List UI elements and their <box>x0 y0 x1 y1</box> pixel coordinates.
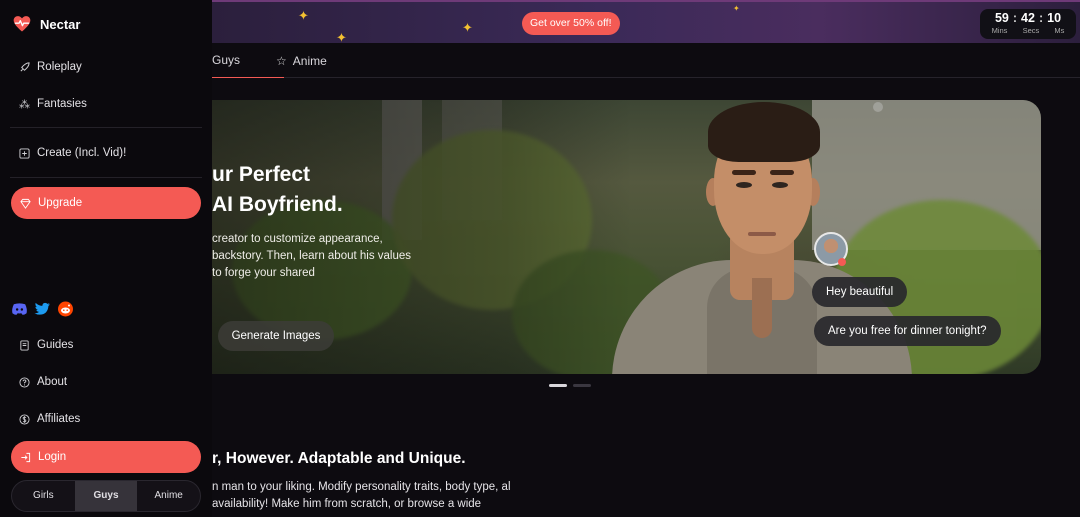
timer-minutes: 59 <box>994 11 1009 25</box>
toggle-guys[interactable]: Guys <box>74 481 138 511</box>
category-tabs: Guys ☆ Anime <box>212 43 1080 78</box>
social-links <box>11 301 74 317</box>
reddit-icon[interactable] <box>57 301 74 317</box>
hero-carousel-slide[interactable]: ur Perfect AI Boyfriend. creator to cust… <box>212 100 1041 374</box>
carousel-indicator[interactable] <box>573 384 591 387</box>
mouth <box>748 232 776 236</box>
login-label: Login <box>38 451 67 463</box>
hero-description: creator to customize appearance, backsto… <box>212 233 412 279</box>
brand[interactable]: Nectar <box>12 14 80 34</box>
login-arrow-icon <box>21 452 31 462</box>
timer-unit-ms: Ms <box>1054 26 1065 35</box>
sidebar: Nectar Roleplay ⁂ Fantasies Create (Incl… <box>0 0 212 517</box>
chat-bubble: Are you free for dinner tonight? <box>814 316 1001 346</box>
sidebar-item-label: Roleplay <box>37 61 82 73</box>
hero-decoration-dot <box>873 102 883 112</box>
timer-seconds: 42 <box>1021 11 1035 25</box>
twitter-icon[interactable] <box>34 301 51 317</box>
sidebar-item-affiliates[interactable]: Affiliates <box>19 413 80 425</box>
sidebar-item-label: Guides <box>37 339 74 351</box>
shirt-placket <box>752 278 772 338</box>
hero-title-line1: ur Perfect <box>212 163 311 186</box>
eyebrow <box>732 170 756 175</box>
upgrade-button[interactable]: Upgrade <box>11 187 201 219</box>
gender-toggle: Girls Guys Anime <box>11 480 201 512</box>
eye <box>772 182 788 188</box>
gem-icon <box>20 198 31 209</box>
timer-separator: : <box>1012 11 1018 25</box>
toggle-anime[interactable]: Anime <box>137 481 200 511</box>
promo-banner: ✦ ✦ ✦ ✦ Get over 50% off! 59 : 42 : 10 M… <box>212 0 1080 44</box>
star-decoration: ✦ <box>462 20 473 35</box>
upgrade-label: Upgrade <box>38 197 83 209</box>
plus-square-icon <box>19 147 30 159</box>
tab-guys[interactable]: Guys <box>212 43 285 78</box>
sidebar-item-label: Fantasies <box>37 98 87 110</box>
sparkles-icon: ⁂ <box>19 98 30 111</box>
dollar-circle-icon <box>19 413 30 425</box>
eye <box>736 182 752 188</box>
sidebar-item-label: Create (Incl. Vid)! <box>37 147 127 159</box>
book-icon <box>20 339 29 351</box>
hair <box>708 102 820 162</box>
discord-icon[interactable] <box>11 301 28 317</box>
sidebar-divider <box>10 177 202 178</box>
heart-pulse-icon <box>13 16 31 32</box>
sidebar-item-label: About <box>37 376 68 388</box>
generate-images-button[interactable]: Generate Images <box>218 321 334 351</box>
carousel-indicator[interactable] <box>549 384 567 387</box>
brand-name: Nectar <box>40 16 81 32</box>
section-description: n man to your liking. Modify personality… <box>212 481 511 510</box>
carousel-indicators <box>549 384 591 387</box>
chat-bubble: Hey beautiful <box>812 277 908 307</box>
timer-separator: : <box>1038 11 1044 25</box>
question-circle-icon <box>19 376 30 388</box>
section-title: r, However. Adaptable and Unique. <box>212 450 466 467</box>
eyebrow <box>770 170 794 175</box>
rocket-icon <box>20 61 30 72</box>
sidebar-item-about[interactable]: About <box>19 376 67 388</box>
star-outline-icon: ☆ <box>276 53 287 68</box>
countdown-timer: 59 : 42 : 10 Mins Secs Ms <box>980 9 1076 39</box>
star-decoration: ✦ <box>298 8 309 23</box>
timer-unit-mins: Mins <box>991 26 1008 35</box>
tab-anime-label: Anime <box>292 53 327 68</box>
sidebar-item-roleplay[interactable]: Roleplay <box>19 61 82 73</box>
sidebar-divider <box>10 127 202 128</box>
hero-title-line2: AI Boyfriend. <box>212 193 343 216</box>
tab-guys-label: Guys <box>212 53 241 67</box>
notification-dot <box>838 258 846 266</box>
tab-anime[interactable]: ☆ Anime <box>276 43 327 78</box>
timer-ms: 10 <box>1047 11 1062 25</box>
login-button[interactable]: Login <box>11 441 201 473</box>
sidebar-item-fantasies[interactable]: ⁂ Fantasies <box>19 98 87 111</box>
star-decoration: ✦ <box>733 4 740 13</box>
timer-unit-secs: Secs <box>1022 26 1040 35</box>
hero-title: ur Perfect AI Boyfriend. <box>212 160 343 220</box>
sidebar-item-guides[interactable]: Guides <box>19 339 73 351</box>
toggle-girls[interactable]: Girls <box>12 481 75 511</box>
sidebar-item-create[interactable]: Create (Incl. Vid)! <box>19 147 126 159</box>
promo-discount-button[interactable]: Get over 50% off! <box>522 12 620 35</box>
sidebar-item-label: Affiliates <box>37 413 81 425</box>
